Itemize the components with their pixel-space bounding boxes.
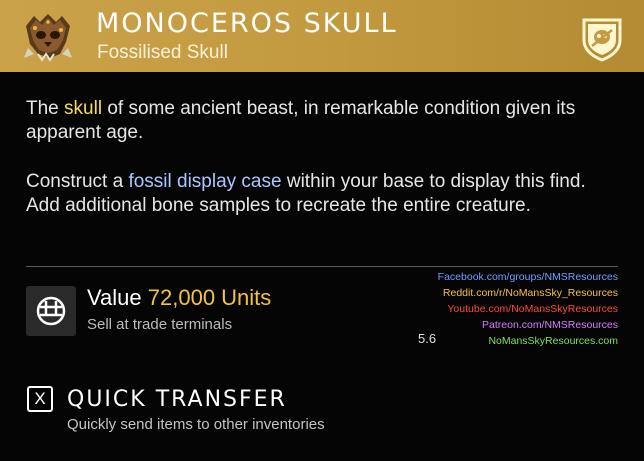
watermark-reddit: Reddit.com/r/NoMansSky_Resources — [442, 287, 618, 299]
item-category: Fossilised Skull — [97, 42, 228, 63]
value-amount: 72,000 Units — [147, 285, 272, 310]
description-text: Construct a — [26, 171, 129, 192]
highlight-fossil-display-case: fossil display case — [128, 171, 282, 192]
description-paragraph-1: The skull of some ancient beast, in rema… — [26, 97, 616, 145]
item-title: MONOCEROS SKULL — [96, 8, 398, 39]
value-subtext: Sell at trade terminals — [87, 316, 233, 333]
quick-transfer-hint: Quickly send items to other inventories — [67, 416, 325, 433]
watermark-youtube: Youtube.com/NoMansSkyResources — [447, 303, 618, 315]
divider — [26, 266, 618, 267]
value-label: Value — [87, 285, 142, 310]
description-text: The — [26, 98, 65, 119]
watermark-facebook: Facebook.com/groups/NMSResources — [437, 271, 618, 283]
description-text: of some ancient beast, in remarkable con… — [26, 98, 576, 143]
version-label: 5.6 — [418, 331, 437, 346]
watermark-website: NoMansSkyResources.com — [488, 335, 618, 347]
value-display: Value 72,000 Units — [87, 285, 271, 311]
units-icon — [26, 286, 76, 336]
shield-skull-icon — [578, 14, 626, 62]
quick-transfer-button[interactable]: QUICK TRANSFER — [67, 387, 287, 412]
watermark-patreon: Patreon.com/NMSResources — [482, 319, 618, 331]
description-paragraph-2: Construct a fossil display case within y… — [26, 170, 616, 218]
item-header: MONOCEROS SKULL Fossilised Skull — [0, 0, 644, 72]
skull-icon — [20, 8, 76, 64]
highlight-skull: skull — [64, 98, 103, 119]
quick-transfer-key[interactable]: X — [27, 386, 53, 412]
